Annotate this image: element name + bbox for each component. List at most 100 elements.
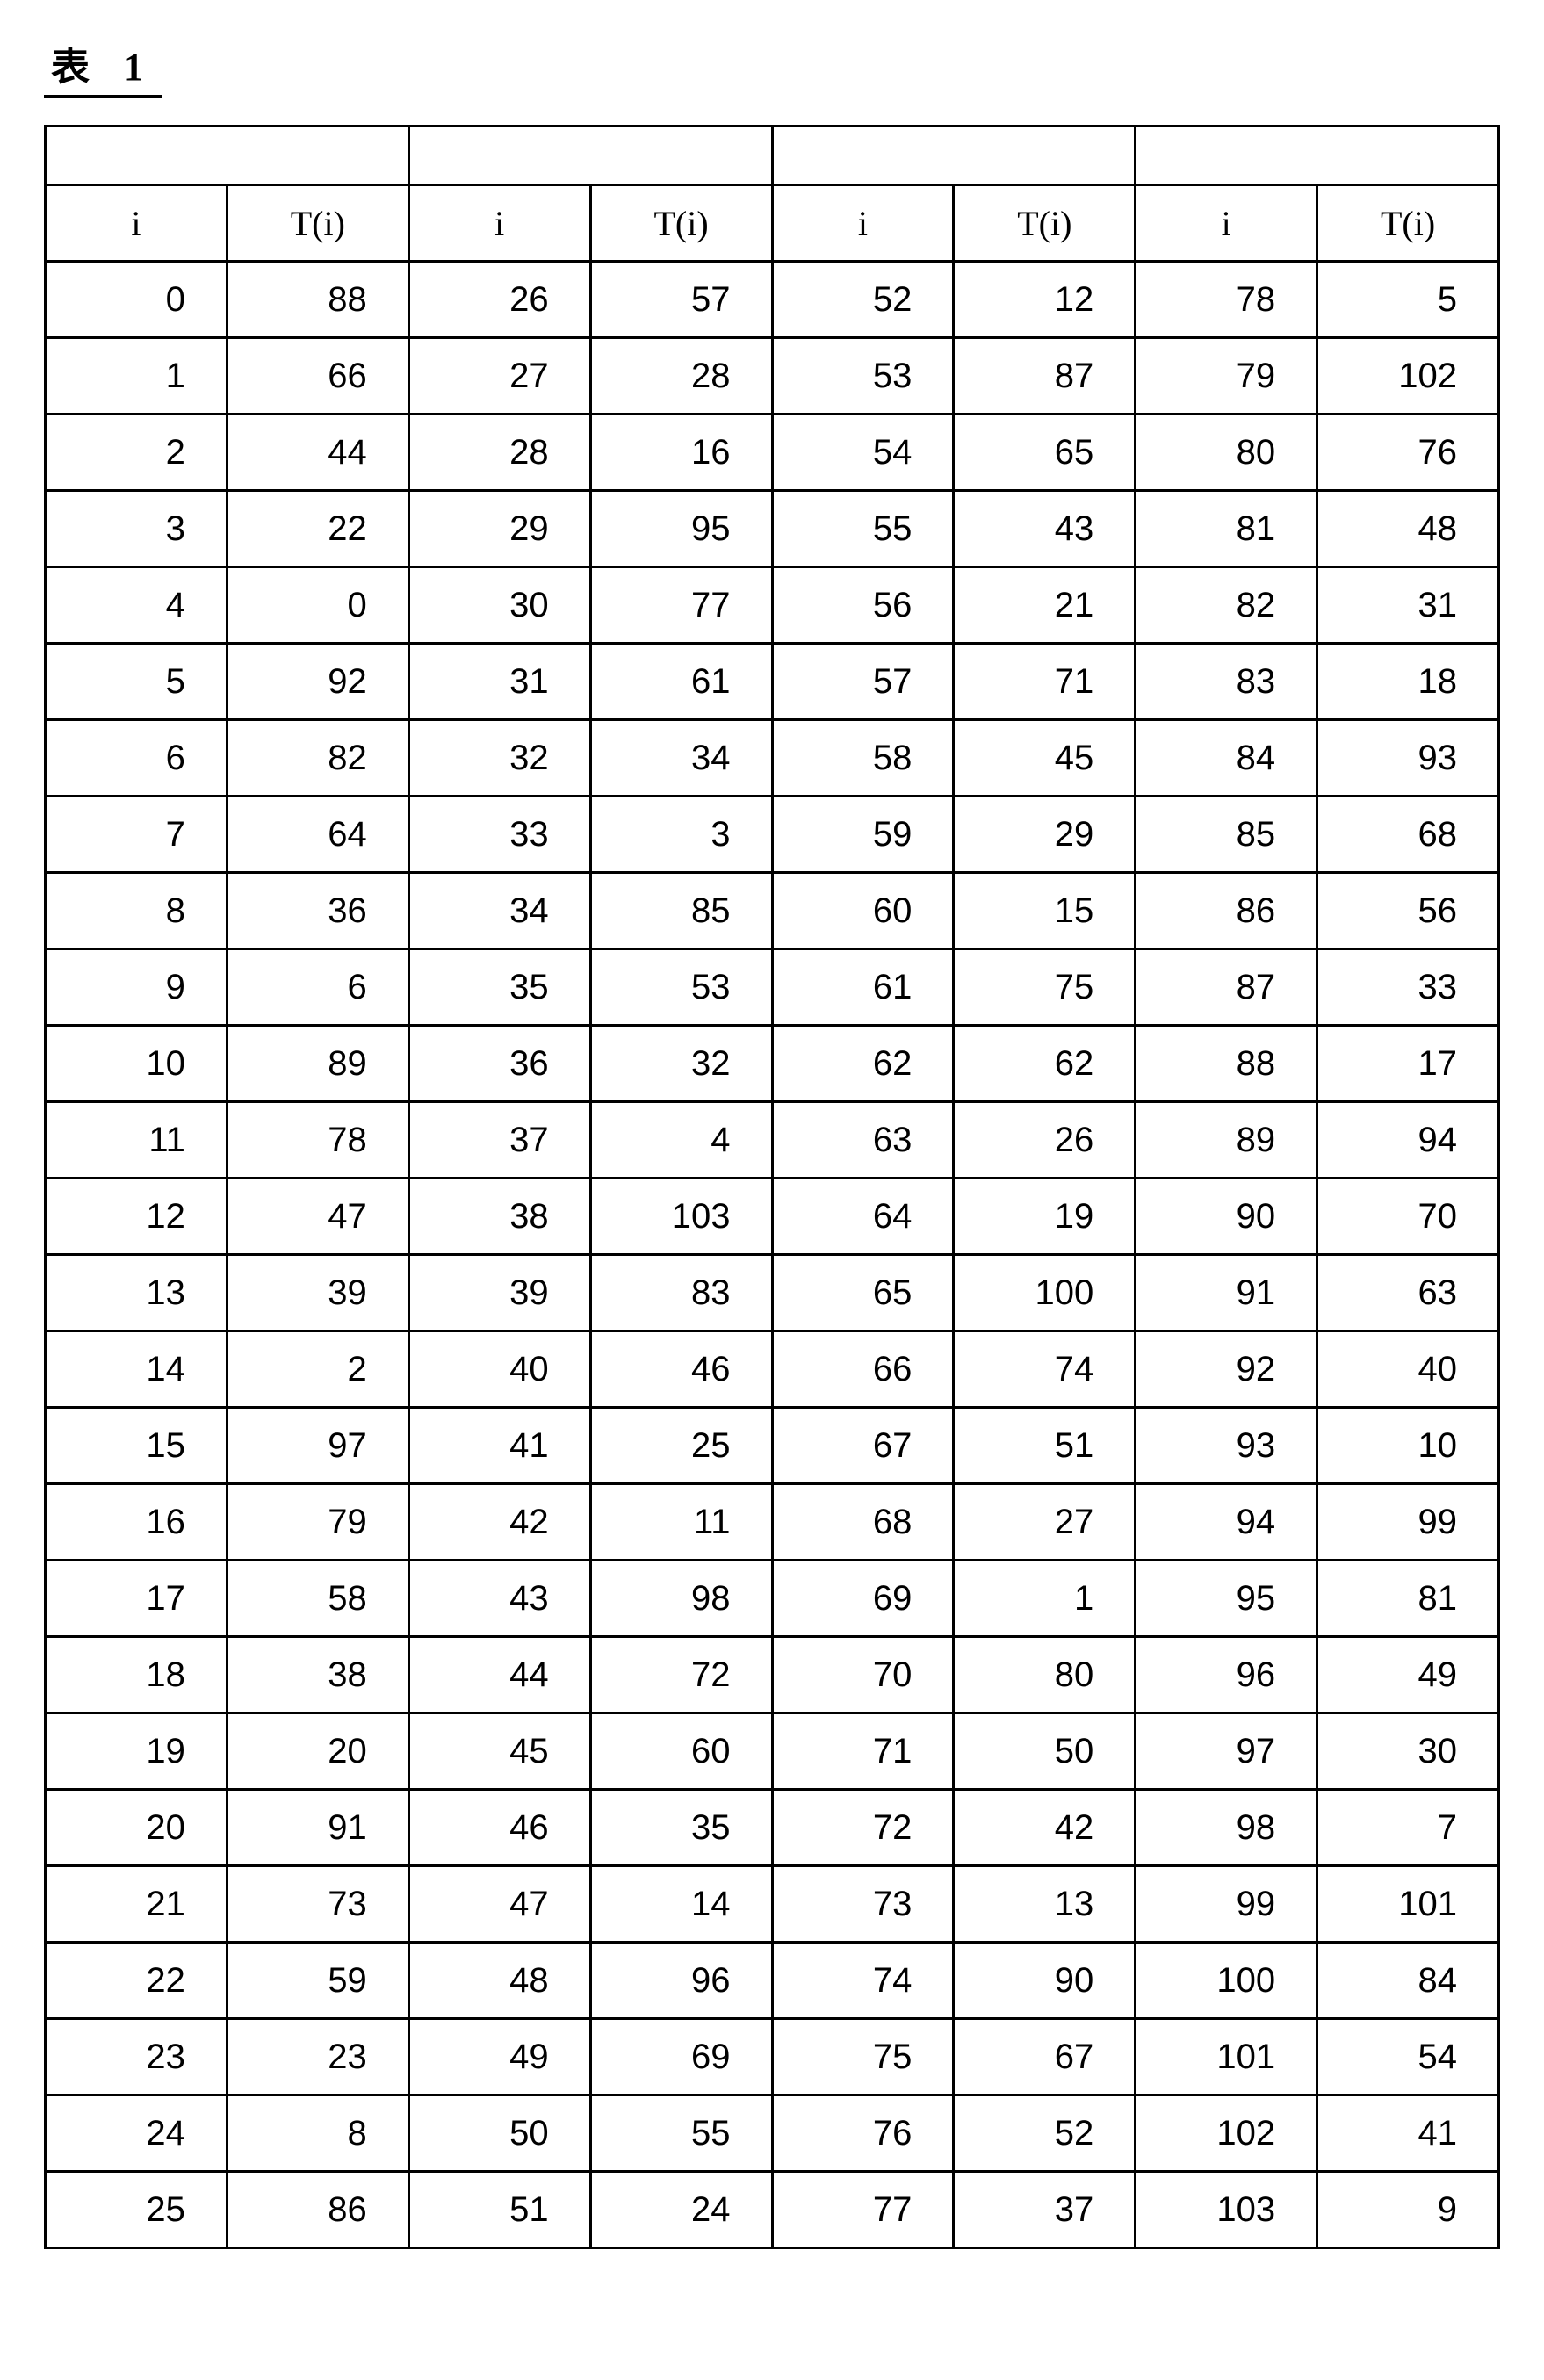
table-cell: 42 [954,1790,1136,1866]
table-row: 22594896749010084 [46,1943,1499,2019]
table-cell: 15 [46,1408,227,1484]
cell-value: 53 [774,357,953,396]
table-cell: 60 [772,873,954,949]
table-row: 23234969756710154 [46,2019,1499,2095]
cell-value: 67 [955,2037,1134,2077]
cell-value: 87 [1136,968,1316,1007]
cell-value: 6 [228,968,408,1007]
cell-value: 10 [47,1044,226,1084]
table-cell: 39 [408,1255,590,1331]
table-row: 1089363262628817 [46,1026,1499,1102]
table-cell: 8 [227,2095,408,2172]
table-cell: 35 [408,949,590,1026]
table-cell: 3 [590,797,772,873]
table-cell: 16 [46,1484,227,1561]
table-cell: 66 [227,338,408,415]
cell-value: 66 [228,357,408,396]
cell-value: 42 [955,1808,1134,1848]
table-cell: 5 [1317,262,1499,338]
table-cell: 58 [227,1561,408,1637]
cell-value: 72 [592,1655,771,1695]
cell-value: 8 [228,2114,408,2153]
table-cell: 97 [1136,1713,1317,1790]
cell-value: 43 [410,1579,589,1619]
cell-value: 98 [1136,1808,1316,1848]
cell-value: 41 [1318,2114,1497,2153]
table-cell: 77 [772,2172,954,2248]
cell-value: 9 [1318,2190,1497,2230]
table-cell: 26 [954,1102,1136,1179]
cell-value: 40 [1318,1350,1497,1389]
cell-value: 7 [1318,1808,1497,1848]
table-cell: 81 [1317,1561,1499,1637]
cell-value: 100 [955,1273,1134,1313]
table-cell: 87 [1136,949,1317,1026]
cell-value: 32 [410,739,589,778]
cell-value: 13 [47,1273,226,1313]
column-header: T(i) [227,185,408,262]
table-cell: 76 [772,2095,954,2172]
cell-value: 65 [774,1273,953,1313]
cell-value: 52 [774,280,953,320]
table-cell: 68 [772,1484,954,1561]
cell-value: 82 [1136,586,1316,625]
column-header: T(i) [590,185,772,262]
column-header-label: T(i) [653,204,708,243]
cell-value: 64 [228,815,408,855]
table-cell: 69 [772,1561,954,1637]
cell-value: 88 [1136,1044,1316,1084]
table-cell: 13 [46,1255,227,1331]
cell-value: 7 [47,815,226,855]
table-cell: 6 [227,949,408,1026]
cell-value: 97 [228,1426,408,1466]
cell-value: 44 [228,433,408,472]
cell-value: 63 [774,1121,953,1160]
column-header: T(i) [954,185,1136,262]
table-cell: 84 [1136,720,1317,797]
table-cell: 48 [1317,491,1499,567]
cell-value: 56 [774,586,953,625]
cell-value: 94 [1318,1121,1497,1160]
cell-value: 16 [47,1503,226,1542]
cell-value: 71 [774,1732,953,1771]
cell-value: 84 [1318,1961,1497,2001]
table-row: 175843986919581 [46,1561,1499,1637]
cell-value: 52 [955,2114,1134,2153]
column-header-label: i [131,204,141,243]
table-cell: 59 [772,797,954,873]
table-cell: 23 [227,2019,408,2095]
table-cell: 19 [954,1179,1136,1255]
table-cell: 102 [1136,2095,1317,2172]
cell-value: 18 [47,1655,226,1695]
cell-value: 24 [592,2190,771,2230]
cell-value: 54 [774,433,953,472]
cell-value: 12 [955,280,1134,320]
cell-value: 43 [955,509,1134,549]
table-cell: 80 [954,1637,1136,1713]
table-cell: 9 [46,949,227,1026]
table-cell: 93 [1317,720,1499,797]
cell-value: 95 [592,509,771,549]
cell-value: 20 [228,1732,408,1771]
table-cell: 38 [227,1637,408,1713]
cell-value: 76 [1318,433,1497,472]
table-cell: 71 [772,1713,954,1790]
cell-value: 27 [410,357,589,396]
cell-value: 71 [955,662,1134,702]
cell-value: 3 [592,815,771,855]
cell-value: 10 [1318,1426,1497,1466]
table-cell: 43 [408,1561,590,1637]
cell-value: 74 [955,1350,1134,1389]
cell-value: 38 [410,1197,589,1237]
table-cell: 83 [590,1255,772,1331]
cell-value: 37 [955,2190,1134,2230]
table-cell: 45 [954,720,1136,797]
table-cell: 31 [1317,567,1499,644]
cell-value: 78 [228,1121,408,1160]
table-row: 13393983651009163 [46,1255,1499,1331]
cell-value: 101 [1136,2037,1316,2077]
cell-value: 77 [774,2190,953,2230]
table-cell: 1 [46,338,227,415]
table-cell: 14 [590,1866,772,1943]
cell-value: 93 [1136,1426,1316,1466]
